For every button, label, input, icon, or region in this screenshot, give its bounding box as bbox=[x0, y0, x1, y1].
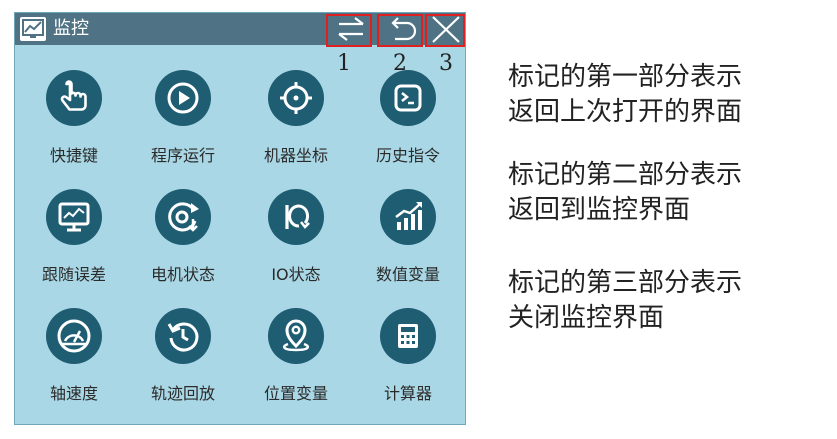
return-icon bbox=[391, 17, 417, 41]
grid-label: 快捷键 bbox=[49, 146, 98, 165]
note-3: 标记的第三部分表示 关闭监控界面 bbox=[508, 266, 828, 336]
close-button[interactable] bbox=[428, 15, 464, 43]
grid-label: 位置变量 bbox=[263, 384, 328, 403]
note-1: 标记的第一部分表示 返回上次打开的界面 bbox=[508, 60, 828, 130]
note-line: 返回上次打开的界面 bbox=[508, 97, 743, 127]
play-icon bbox=[167, 82, 199, 114]
note-2: 标记的第二部分表示 返回到监控界面 bbox=[508, 158, 828, 228]
crosshair-icon bbox=[280, 82, 312, 114]
note-line: 标记的第三部分表示 bbox=[508, 268, 743, 298]
grid-label: IO状态 bbox=[271, 265, 321, 284]
grid-label: 机器坐标 bbox=[263, 146, 328, 165]
switch-button[interactable] bbox=[333, 15, 369, 43]
speedometer-icon bbox=[57, 319, 91, 353]
note-line: 标记的第二部分表示 bbox=[508, 160, 743, 190]
title-bar: 监控 bbox=[15, 13, 465, 45]
numeric-variables-button[interactable]: 数值变量 bbox=[351, 189, 463, 299]
calculator-button[interactable]: 计算器 bbox=[351, 308, 463, 418]
io-icon bbox=[285, 204, 310, 229]
grid-label: 程序运行 bbox=[150, 146, 215, 165]
close-icon bbox=[432, 16, 460, 43]
grid-label: 轴速度 bbox=[49, 384, 98, 403]
note-line: 标记的第一部分表示 bbox=[508, 62, 743, 92]
machine-coords-button[interactable]: 机器坐标 bbox=[239, 70, 351, 180]
grid-label: 轨迹回放 bbox=[150, 384, 215, 403]
monitor-icon bbox=[58, 202, 90, 232]
io-status-button[interactable]: IO状态 bbox=[239, 189, 351, 299]
calculator-icon bbox=[398, 324, 418, 348]
monitor-panel: 监控 1 2 3 快捷键 程序运行 机器坐标 历史指令 跟随误差 电机状态 IO… bbox=[14, 12, 466, 425]
terminal-icon bbox=[394, 84, 422, 112]
monitor-chart-icon bbox=[20, 17, 46, 41]
motor-status-button[interactable]: 电机状态 bbox=[126, 189, 238, 299]
return-button[interactable] bbox=[383, 15, 419, 43]
replay-icon bbox=[167, 322, 199, 352]
shortcut-button[interactable]: 快捷键 bbox=[17, 70, 129, 180]
note-line: 关闭监控界面 bbox=[508, 303, 665, 333]
axis-speed-button[interactable]: 轴速度 bbox=[17, 308, 129, 418]
grid-label: 计算器 bbox=[383, 384, 432, 403]
position-variables-button[interactable]: 位置变量 bbox=[239, 308, 351, 418]
grid-label: 电机状态 bbox=[150, 265, 215, 284]
follow-error-button[interactable]: 跟随误差 bbox=[17, 189, 129, 299]
program-run-button[interactable]: 程序运行 bbox=[126, 70, 238, 180]
trajectory-replay-button[interactable]: 轨迹回放 bbox=[126, 308, 238, 418]
grid-label: 历史指令 bbox=[375, 146, 440, 165]
location-pin-icon bbox=[282, 319, 310, 352]
switch-arrows-icon bbox=[338, 17, 364, 41]
window-title: 监控 bbox=[53, 18, 89, 39]
motor-icon bbox=[168, 202, 199, 232]
history-commands-button[interactable]: 历史指令 bbox=[351, 70, 463, 180]
bar-chart-icon bbox=[395, 202, 422, 230]
hand-pointer-icon bbox=[60, 80, 87, 111]
grid-label: 跟随误差 bbox=[41, 265, 106, 284]
grid-label: 数值变量 bbox=[375, 265, 440, 284]
note-line: 返回到监控界面 bbox=[508, 195, 691, 225]
